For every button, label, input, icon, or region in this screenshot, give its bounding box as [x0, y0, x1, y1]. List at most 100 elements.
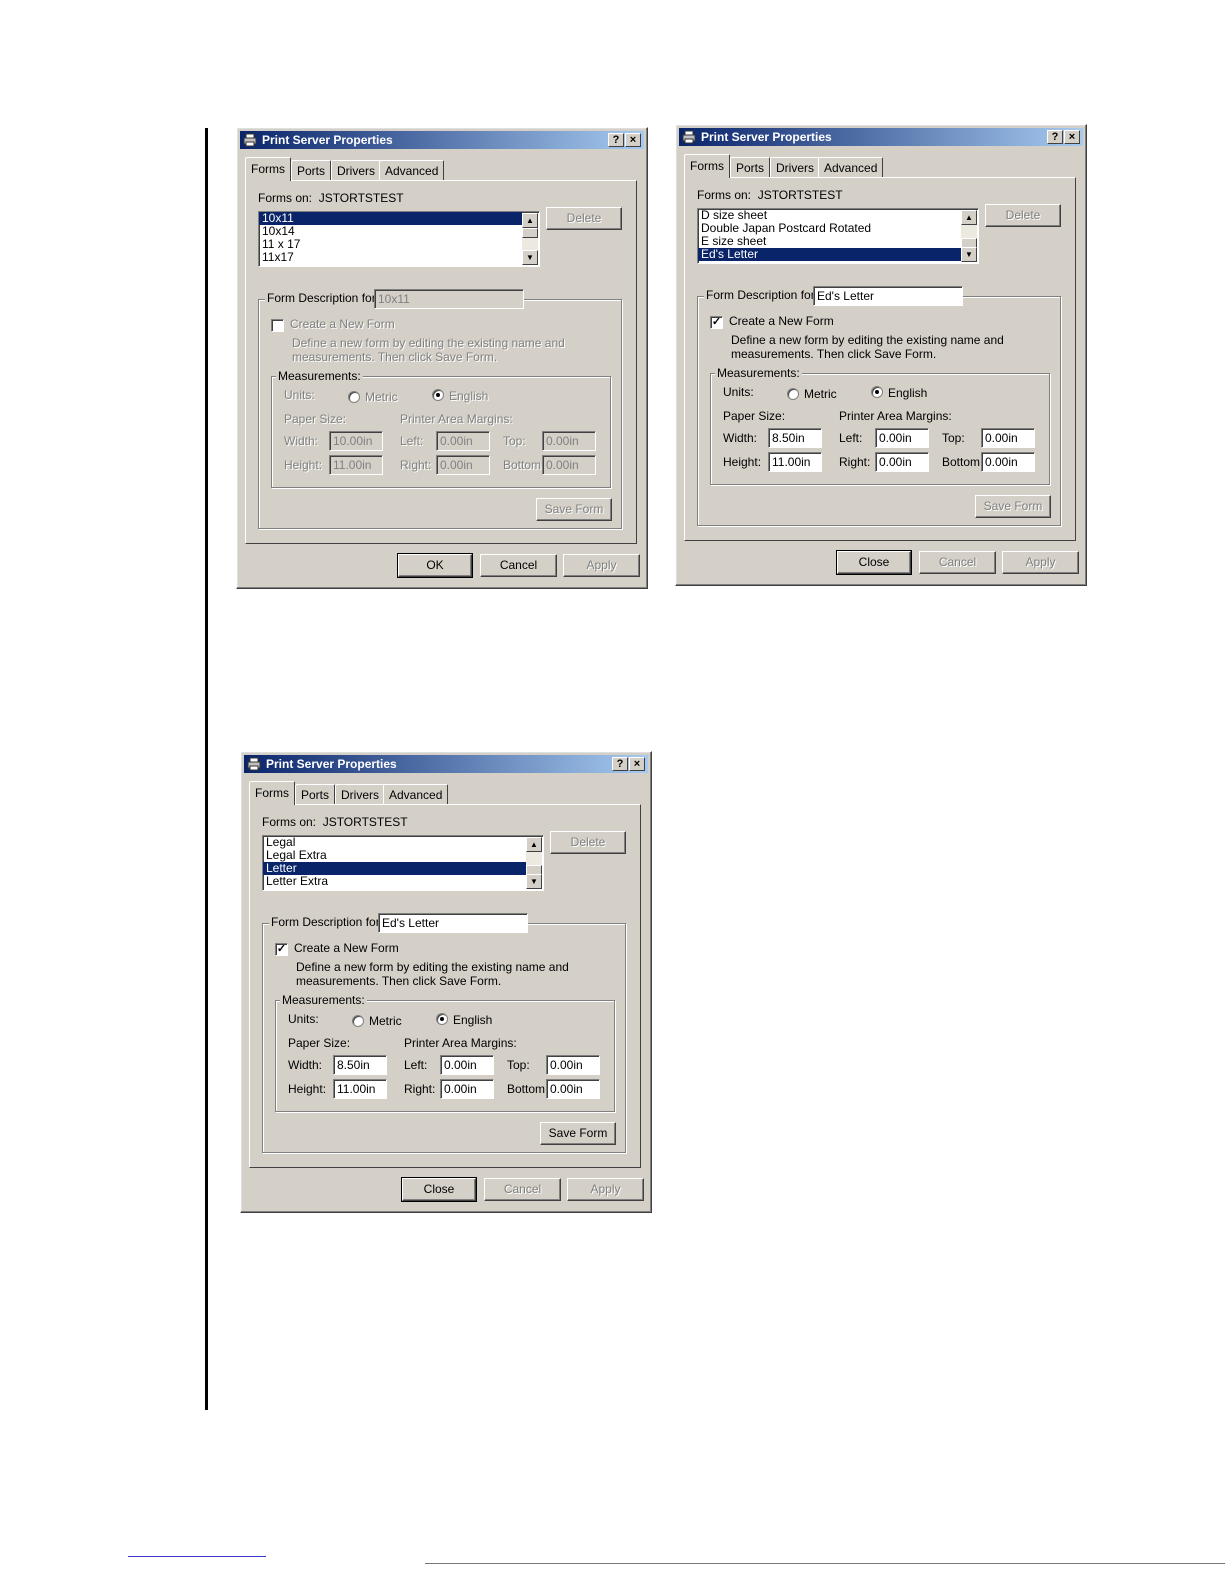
- define-instructions-line-2: measurements. Then click Save Form.: [296, 974, 502, 988]
- tab-ports[interactable]: Ports: [291, 160, 332, 180]
- create-new-form-checkbox[interactable]: ✓: [275, 943, 288, 956]
- metric-label[interactable]: Metric: [365, 390, 398, 404]
- help-button[interactable]: ?: [612, 757, 628, 771]
- scroll-down-arrow-icon[interactable]: ▼: [522, 250, 538, 265]
- close-window-button[interactable]: ×: [625, 133, 641, 147]
- list-item[interactable]: Letter Extra: [263, 875, 526, 888]
- metric-radio[interactable]: [352, 1015, 364, 1027]
- english-label[interactable]: English: [888, 386, 927, 400]
- forms-list[interactable]: Legal Legal Extra Letter Letter Extra ▲ …: [262, 835, 544, 891]
- english-label[interactable]: English: [449, 389, 488, 403]
- title-bar[interactable]: Print Server Properties ? ×: [240, 131, 644, 149]
- height-input[interactable]: 11.00in: [333, 1079, 387, 1099]
- delete-button[interactable]: Delete: [550, 831, 626, 854]
- list-item[interactable]: Legal Extra: [263, 849, 526, 862]
- list-scrollbar[interactable]: ▲ ▼: [526, 837, 542, 889]
- english-radio[interactable]: [871, 386, 883, 398]
- save-form-button[interactable]: Save Form: [536, 498, 612, 521]
- top-margin-input[interactable]: 0.00in: [981, 428, 1035, 448]
- scroll-up-arrow-icon[interactable]: ▲: [526, 837, 542, 852]
- width-input[interactable]: 8.50in: [333, 1055, 387, 1075]
- left-margin-input[interactable]: 0.00in: [440, 1055, 494, 1075]
- left-margin-input[interactable]: 0.00in: [436, 431, 490, 451]
- tab-advanced[interactable]: Advanced: [818, 157, 884, 177]
- cancel-button[interactable]: Cancel: [480, 554, 557, 577]
- delete-button[interactable]: Delete: [985, 204, 1061, 227]
- tab-advanced[interactable]: Advanced: [383, 784, 449, 804]
- bottom-margin-label: Bottom:: [507, 1082, 549, 1096]
- save-form-button[interactable]: Save Form: [540, 1122, 616, 1145]
- title-bar[interactable]: Print Server Properties ? ×: [244, 755, 648, 773]
- left-margin-input[interactable]: 0.00in: [875, 428, 929, 448]
- metric-radio[interactable]: [787, 388, 799, 400]
- tab-ports[interactable]: Ports: [730, 157, 771, 177]
- height-input[interactable]: 11.00in: [768, 452, 822, 472]
- list-item[interactable]: 11 x 17: [259, 238, 522, 251]
- metric-label[interactable]: Metric: [369, 1014, 402, 1028]
- forms-list[interactable]: 10x11 10x14 11 x 17 11x17 ▲ ▼: [258, 211, 540, 267]
- form-description-input[interactable]: Ed's Letter: [378, 913, 528, 933]
- scroll-up-arrow-icon[interactable]: ▲: [961, 210, 977, 225]
- tab-drivers[interactable]: Drivers: [770, 157, 820, 177]
- question-mark-icon: ?: [616, 758, 624, 770]
- metric-label[interactable]: Metric: [804, 387, 837, 401]
- scroll-down-arrow-icon[interactable]: ▼: [961, 247, 977, 262]
- right-margin-input[interactable]: 0.00in: [875, 452, 929, 472]
- english-radio[interactable]: [436, 1013, 448, 1025]
- list-item[interactable]: 10x11: [259, 212, 522, 225]
- ok-close-button[interactable]: Close: [836, 550, 912, 575]
- forms-on-label: Forms on: JSTORTSTEST: [262, 815, 408, 829]
- save-form-button[interactable]: Save Form: [975, 495, 1051, 518]
- close-window-button[interactable]: ×: [1064, 130, 1080, 144]
- apply-button[interactable]: Apply: [563, 554, 640, 577]
- english-radio[interactable]: [432, 389, 444, 401]
- bottom-margin-label: Bottom:: [503, 458, 545, 472]
- list-item[interactable]: Ed's Letter: [698, 248, 961, 261]
- scrollbar-thumb[interactable]: [522, 228, 538, 238]
- tab-drivers[interactable]: Drivers: [331, 160, 381, 180]
- english-label[interactable]: English: [453, 1013, 492, 1027]
- list-scrollbar[interactable]: ▲ ▼: [961, 210, 977, 262]
- tab-forms[interactable]: Forms: [245, 157, 291, 181]
- tab-forms[interactable]: Forms: [684, 154, 730, 178]
- scroll-down-arrow-icon[interactable]: ▼: [526, 874, 542, 889]
- form-description-input[interactable]: 10x11: [374, 289, 524, 309]
- apply-button[interactable]: Apply: [567, 1178, 644, 1201]
- create-new-form-label[interactable]: Create a New Form: [290, 317, 395, 331]
- scroll-up-arrow-icon[interactable]: ▲: [522, 213, 538, 228]
- right-margin-input[interactable]: 0.00in: [436, 455, 490, 475]
- tab-advanced[interactable]: Advanced: [379, 160, 445, 180]
- right-margin-input[interactable]: 0.00in: [440, 1079, 494, 1099]
- forms-list[interactable]: D size sheet Double Japan Postcard Rotat…: [697, 208, 979, 264]
- create-new-form-checkbox[interactable]: [271, 319, 284, 332]
- width-input[interactable]: 10.00in: [329, 431, 383, 451]
- title-bar[interactable]: Print Server Properties ? ×: [679, 128, 1083, 146]
- form-description-input[interactable]: Ed's Letter: [813, 286, 963, 306]
- list-scrollbar[interactable]: ▲ ▼: [522, 213, 538, 265]
- create-new-form-label[interactable]: Create a New Form: [294, 941, 399, 955]
- tab-drivers[interactable]: Drivers: [335, 784, 385, 804]
- ok-close-button[interactable]: Close: [401, 1177, 477, 1202]
- apply-button[interactable]: Apply: [1002, 551, 1079, 574]
- cancel-button[interactable]: Cancel: [484, 1178, 561, 1201]
- help-button[interactable]: ?: [608, 133, 624, 147]
- width-input[interactable]: 8.50in: [768, 428, 822, 448]
- tab-ports[interactable]: Ports: [295, 784, 336, 804]
- top-margin-input[interactable]: 0.00in: [542, 431, 596, 451]
- list-item[interactable]: 11x17: [259, 251, 522, 264]
- form-description-label: Form Description for:: [265, 291, 382, 305]
- delete-button[interactable]: Delete: [546, 207, 622, 230]
- ok-close-button[interactable]: OK: [397, 553, 473, 578]
- bottom-margin-input[interactable]: 0.00in: [542, 455, 596, 475]
- create-new-form-label[interactable]: Create a New Form: [729, 314, 834, 328]
- cancel-button[interactable]: Cancel: [919, 551, 996, 574]
- top-margin-input[interactable]: 0.00in: [546, 1055, 600, 1075]
- height-input[interactable]: 11.00in: [329, 455, 383, 475]
- tab-forms[interactable]: Forms: [249, 781, 295, 805]
- bottom-margin-input[interactable]: 0.00in: [981, 452, 1035, 472]
- help-button[interactable]: ?: [1047, 130, 1063, 144]
- create-new-form-checkbox[interactable]: ✓: [710, 316, 723, 329]
- metric-radio[interactable]: [348, 391, 360, 403]
- close-window-button[interactable]: ×: [629, 757, 645, 771]
- bottom-margin-input[interactable]: 0.00in: [546, 1079, 600, 1099]
